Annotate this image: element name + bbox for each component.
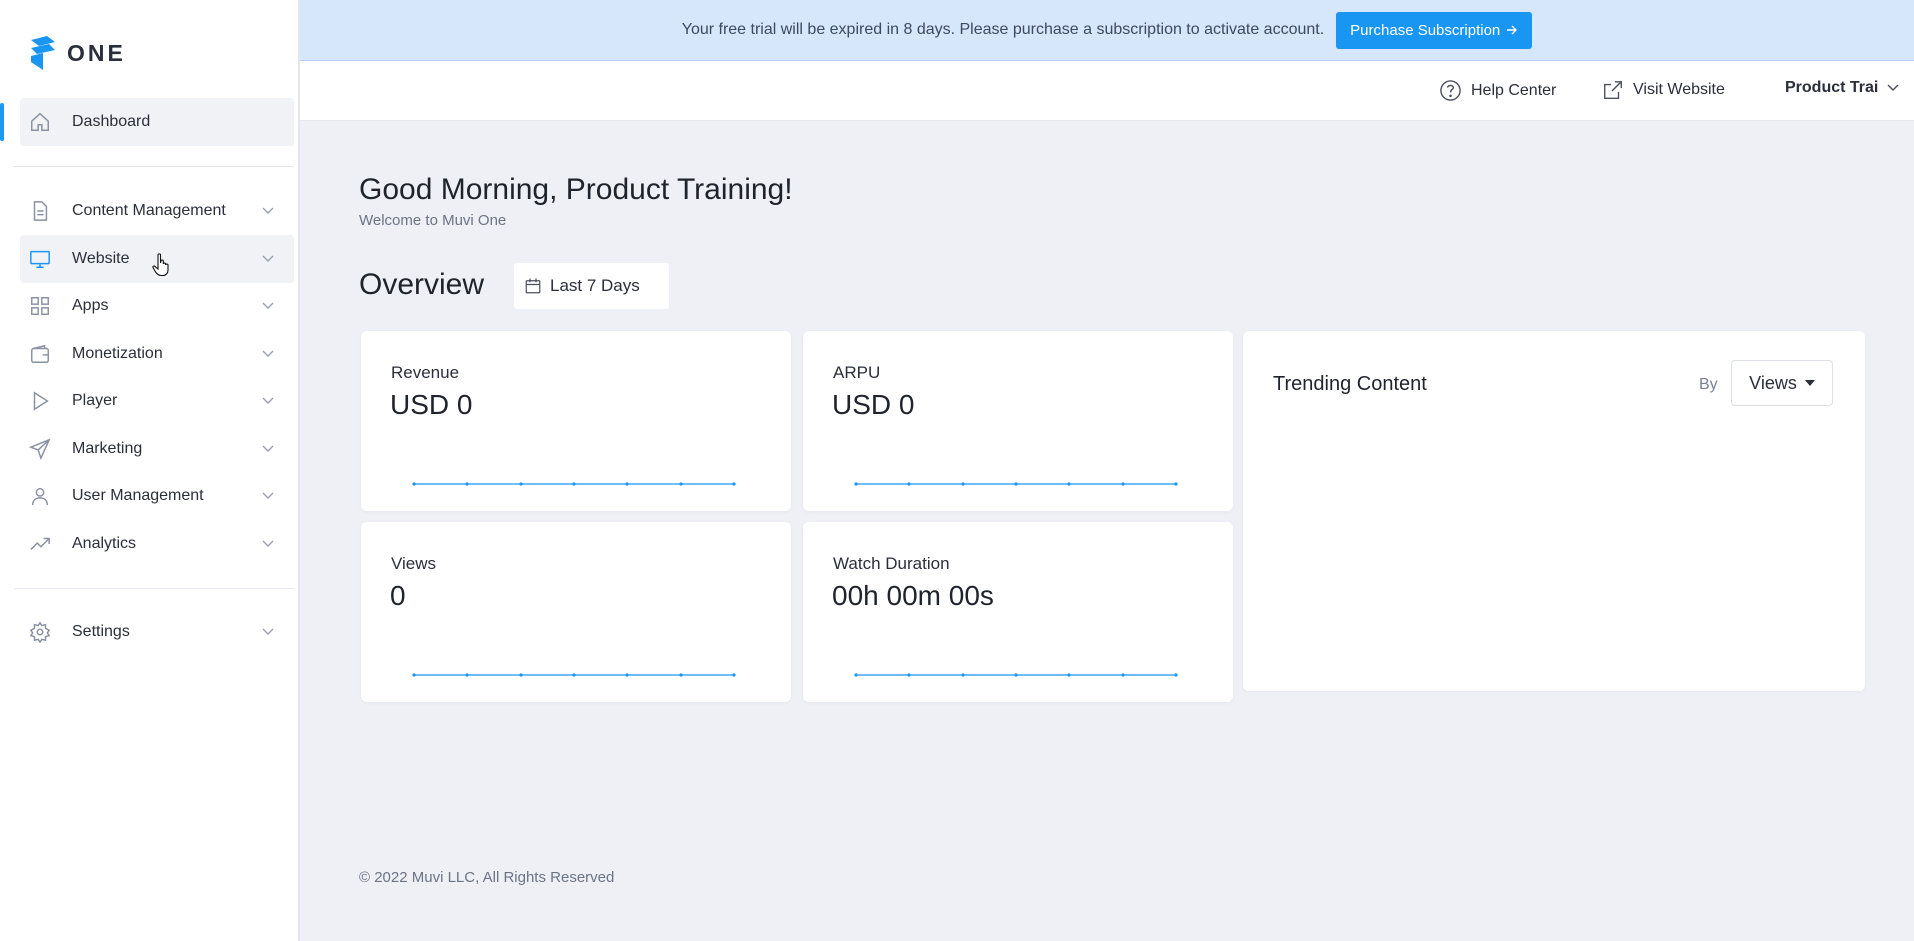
calendar-icon bbox=[525, 278, 541, 294]
trending-sort-dropdown[interactable]: Views bbox=[1731, 360, 1833, 406]
sidebar-item-settings[interactable]: Settings bbox=[20, 608, 294, 656]
play-icon bbox=[24, 390, 56, 412]
sidebar-item-label: Marketing bbox=[72, 440, 143, 457]
help-center-link[interactable]: Help Center bbox=[1439, 79, 1556, 102]
overview-title: Overview bbox=[359, 268, 485, 301]
sidebar-item-marketing[interactable]: Marketing bbox=[20, 425, 294, 473]
card-value: USD 0 bbox=[832, 389, 915, 420]
footer-copyright: © 2022 Muvi LLC, All Rights Reserved bbox=[359, 869, 615, 886]
card-label: Revenue bbox=[391, 363, 460, 382]
trending-content-card: Trending Content By Views bbox=[1243, 331, 1865, 691]
chevron-down-icon bbox=[262, 207, 274, 215]
chevron-down-icon bbox=[262, 350, 274, 358]
sidebar-divider bbox=[14, 166, 294, 167]
grid-icon bbox=[24, 295, 56, 317]
sidebar-item-label: Player bbox=[72, 392, 118, 409]
sidebar-item-monetization[interactable]: Monetization bbox=[20, 330, 294, 378]
trending-content-title: Trending Content bbox=[1273, 373, 1427, 395]
sidebar-item-player[interactable]: Player bbox=[20, 377, 294, 425]
welcome-subtitle: Welcome to Muvi One bbox=[359, 212, 507, 229]
sidebar-item-apps[interactable]: Apps bbox=[20, 282, 294, 330]
card-label: Watch Duration bbox=[833, 554, 950, 573]
document-icon bbox=[24, 200, 56, 222]
sidebar-item-dashboard[interactable]: Dashboard bbox=[20, 98, 294, 146]
page-greeting: Good Morning, Product Training! bbox=[359, 173, 793, 206]
card-label: Views bbox=[391, 554, 437, 573]
date-range-label: Last 7 Days bbox=[550, 276, 640, 295]
trending-up-icon bbox=[24, 533, 56, 555]
top-bar: Help Center Visit Website Product Trai bbox=[300, 61, 1914, 121]
views-sparkline bbox=[412, 673, 736, 677]
sidebar-item-label: Monetization bbox=[72, 345, 163, 362]
chevron-down-icon bbox=[262, 302, 274, 310]
home-icon bbox=[24, 111, 56, 133]
purchase-subscription-button[interactable]: Purchase Subscription bbox=[1336, 11, 1533, 49]
revenue-card: Revenue USD 0 bbox=[361, 331, 791, 511]
watch-duration-card: Watch Duration 00h 00m 00s bbox=[803, 522, 1233, 702]
external-link-icon bbox=[1604, 81, 1622, 99]
sidebar-item-analytics[interactable]: Analytics bbox=[20, 520, 294, 568]
monitor-icon bbox=[24, 248, 56, 270]
user-icon bbox=[24, 485, 56, 507]
wallet-icon bbox=[24, 343, 56, 365]
sidebar-item-label: Settings bbox=[72, 623, 130, 640]
arpu-card: ARPU USD 0 bbox=[803, 331, 1233, 511]
purchase-subscription-label: Purchase Subscription bbox=[1350, 21, 1501, 39]
active-indicator bbox=[0, 103, 4, 141]
logo-text: ONE bbox=[67, 39, 126, 66]
visit-website-label: Visit Website bbox=[1633, 81, 1725, 98]
gear-icon bbox=[24, 621, 56, 643]
views-card: Views 0 bbox=[361, 522, 791, 702]
muvi-one-logo[interactable]: ONE bbox=[29, 36, 126, 70]
send-icon bbox=[24, 438, 56, 460]
sidebar-item-user-management[interactable]: User Management bbox=[20, 472, 294, 520]
sidebar-item-label: User Management bbox=[72, 487, 204, 504]
arpu-sparkline bbox=[854, 482, 1178, 486]
card-value: USD 0 bbox=[390, 389, 473, 420]
trending-by-label: By bbox=[1699, 376, 1718, 393]
help-center-label: Help Center bbox=[1471, 81, 1557, 99]
trending-sort-value: Views bbox=[1749, 372, 1797, 393]
arrow-right-icon bbox=[1507, 25, 1518, 35]
date-range-picker[interactable]: Last 7 Days bbox=[514, 263, 669, 309]
card-label: ARPU bbox=[833, 363, 881, 382]
watch-duration-sparkline bbox=[854, 673, 1178, 677]
revenue-sparkline bbox=[412, 482, 736, 486]
trial-banner-text: Your free trial will be expired in 8 day… bbox=[681, 21, 1325, 38]
card-value: 0 bbox=[390, 580, 406, 611]
sidebar-divider bbox=[14, 588, 294, 589]
chevron-down-icon bbox=[262, 492, 274, 500]
chevron-down-icon bbox=[262, 255, 274, 263]
chevron-down-icon bbox=[262, 397, 274, 405]
help-circle-icon bbox=[1440, 80, 1461, 101]
sidebar-item-label: Analytics bbox=[72, 535, 137, 552]
trial-banner: Your free trial will be expired in 8 day… bbox=[300, 0, 1914, 61]
hand-cursor-icon bbox=[152, 253, 169, 277]
account-name: Product Trai bbox=[1785, 79, 1879, 96]
sidebar-item-content-management[interactable]: Content Management bbox=[20, 187, 294, 235]
chevron-down-icon bbox=[262, 445, 274, 453]
sidebar-item-label: Content Management bbox=[72, 202, 226, 219]
caret-down-icon bbox=[1804, 380, 1815, 386]
sidebar-item-label: Apps bbox=[72, 297, 109, 314]
sidebar: ONE Dashboard Content Management Website… bbox=[0, 0, 300, 941]
visit-website-link[interactable]: Visit Website bbox=[1602, 79, 1725, 101]
chevron-down-icon bbox=[262, 540, 274, 548]
card-value: 00h 00m 00s bbox=[832, 580, 994, 611]
chevron-down-icon bbox=[262, 628, 274, 636]
account-menu[interactable]: Product Trai bbox=[1785, 79, 1899, 97]
sidebar-item-label: Dashboard bbox=[72, 113, 151, 130]
chevron-down-icon bbox=[1887, 84, 1899, 91]
muvi-logo-icon bbox=[31, 36, 55, 70]
